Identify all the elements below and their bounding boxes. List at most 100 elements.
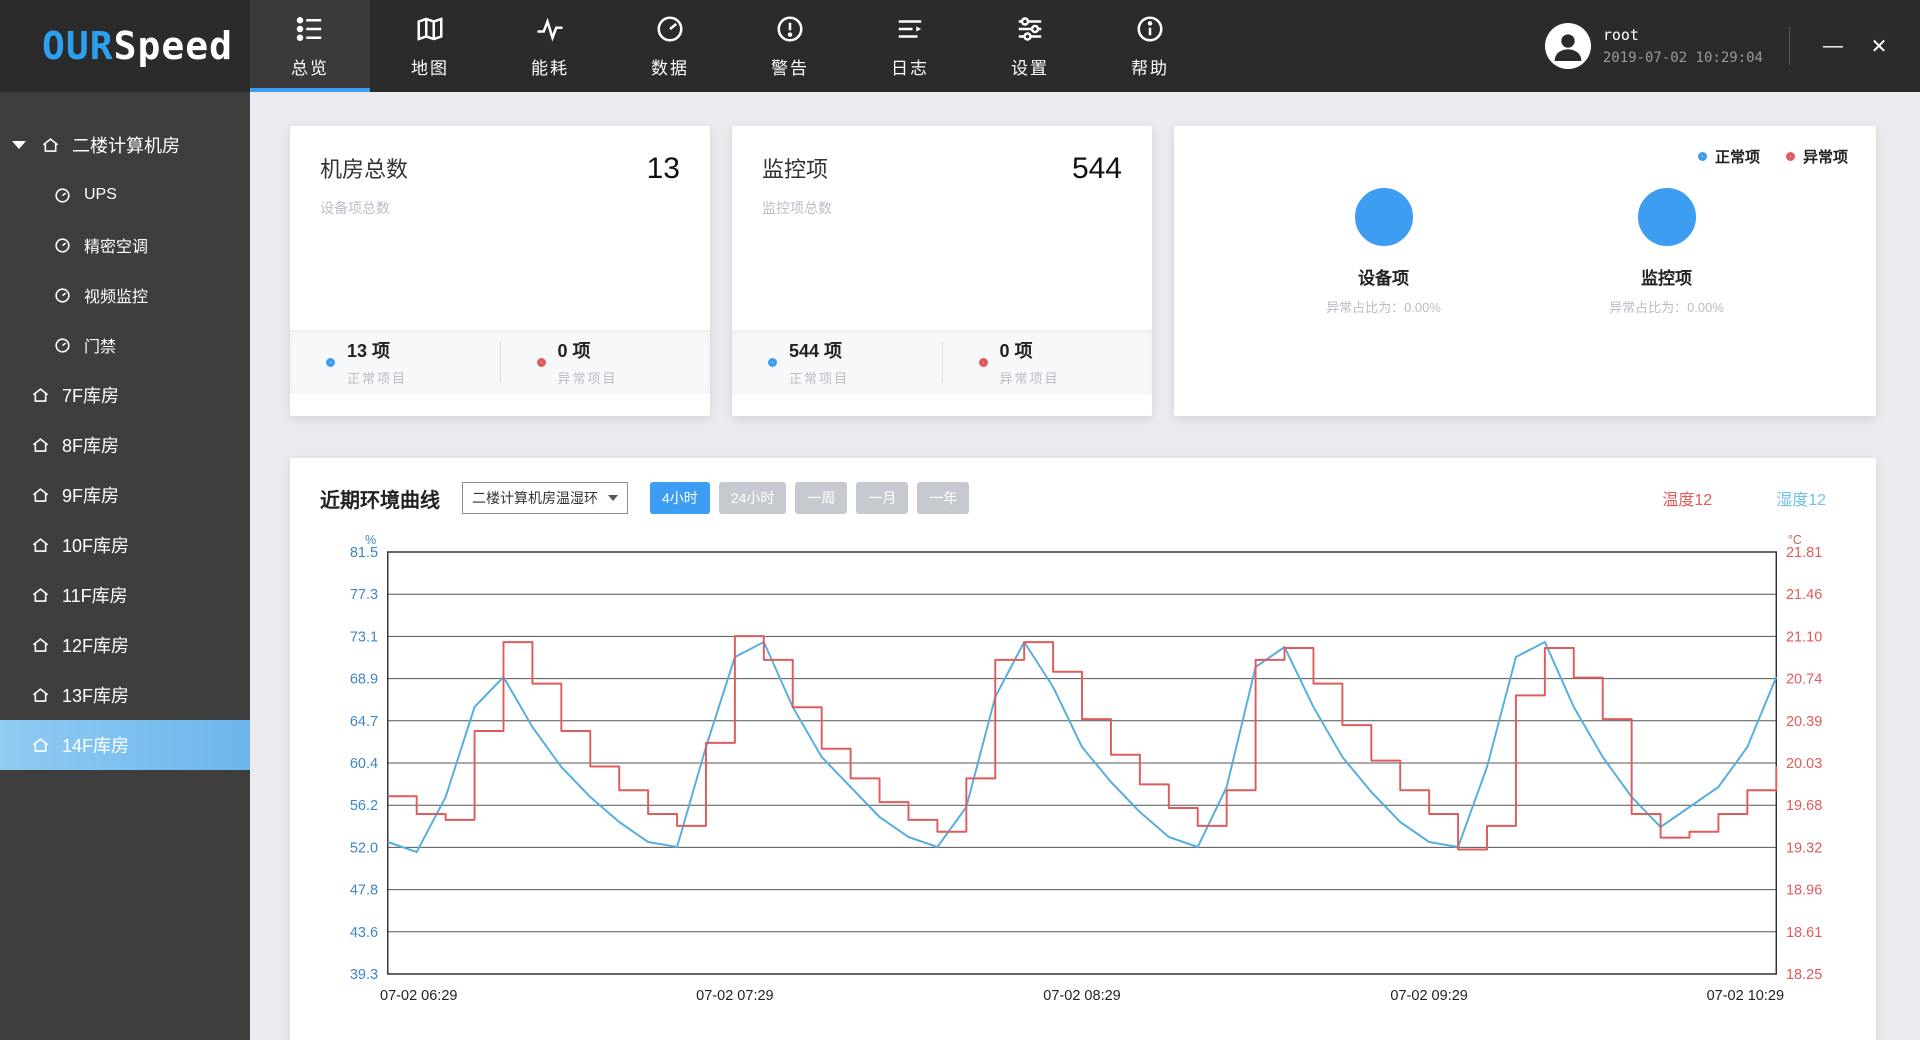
- donut-summary-card: 正常项 异常项 设备项 异常占比为：0.00% 监控项 异常占比为：0.00%: [1174, 126, 1876, 416]
- chevron-down-icon: [608, 495, 618, 501]
- svg-text:19.32: 19.32: [1786, 840, 1822, 856]
- sidebar-item-access-control[interactable]: 门禁: [0, 320, 250, 370]
- sidebar-item-13f[interactable]: 13F库房: [0, 670, 250, 720]
- svg-text:07-02 06:29: 07-02 06:29: [380, 988, 457, 1004]
- topnav-item-energy[interactable]: 能耗: [490, 0, 610, 92]
- abnormal-ring-icon: [537, 358, 546, 367]
- home-icon: [30, 735, 50, 755]
- range-button-24h[interactable]: 24小时: [719, 482, 787, 514]
- topnav-item-data[interactable]: 数据: [610, 0, 730, 92]
- humidity-legend[interactable]: 湿度12: [1776, 486, 1826, 510]
- svg-text:39.3: 39.3: [350, 967, 378, 983]
- svg-text:20.39: 20.39: [1786, 714, 1822, 730]
- topnav-item-help[interactable]: 帮助: [1090, 0, 1210, 92]
- sidebar-group-label: 二楼计算机房: [72, 132, 180, 158]
- svg-text:°C: °C: [1788, 532, 1802, 547]
- home-icon: [30, 685, 50, 705]
- rooms-abnormal-stat: 0 项 异常项目: [501, 337, 711, 387]
- svg-text:77.3: 77.3: [350, 587, 378, 603]
- svg-text:18.61: 18.61: [1786, 925, 1822, 941]
- svg-text:18.96: 18.96: [1786, 882, 1822, 898]
- energy-icon: [534, 13, 566, 45]
- home-icon: [30, 585, 50, 605]
- sidebar-item-11f[interactable]: 11F库房: [0, 570, 250, 620]
- sidebar-item-label: 10F库房: [62, 532, 129, 558]
- topnav-item-overview[interactable]: 总览: [250, 0, 370, 92]
- svg-text:56.2: 56.2: [350, 798, 378, 814]
- user-avatar[interactable]: [1545, 23, 1591, 69]
- monitors-card-value: 544: [1072, 152, 1122, 186]
- monitors-abnormal-label: 异常项目: [1000, 368, 1060, 387]
- environment-chart-card: 近期环境曲线 二楼计算机房温湿环 4小时 24小时 一周 一月 一年 温度12 …: [290, 458, 1876, 1040]
- sidebar-item-10f[interactable]: 10F库房: [0, 520, 250, 570]
- sidebar-item-7f[interactable]: 7F库房: [0, 370, 250, 420]
- chart-area: 81.521.8177.321.4673.121.1068.920.7464.7…: [320, 528, 1846, 1010]
- overview-icon: [294, 13, 326, 45]
- monitors-card-subtitle: 监控项总数: [762, 198, 1122, 218]
- rooms-card-subtitle: 设备项总数: [320, 198, 680, 218]
- monitors-normal-label: 正常项目: [789, 368, 849, 387]
- close-button[interactable]: ✕: [1862, 29, 1896, 63]
- sidebar-item-video-surveillance[interactable]: 视频监控: [0, 270, 250, 320]
- temperature-legend[interactable]: 温度12: [1662, 486, 1712, 510]
- logo-part-our: OUR: [42, 24, 114, 68]
- monitors-normal-count: 544 项: [789, 337, 849, 363]
- chart-title: 近期环境曲线: [320, 484, 440, 513]
- monitors-card-footer: 544 项 正常项目 0 项 异常项目: [732, 330, 1152, 394]
- log-icon: [894, 13, 926, 45]
- monitors-abnormal-count: 0 项: [1000, 337, 1060, 363]
- rooms-card-footer: 13 项 正常项目 0 项 异常项目: [290, 330, 710, 394]
- rooms-abnormal-label: 异常项目: [558, 368, 618, 387]
- sidebar-item-label: UPS: [84, 186, 117, 204]
- sidebar-item-ups[interactable]: UPS: [0, 170, 250, 220]
- minimize-button[interactable]: —: [1816, 29, 1850, 63]
- sidebar-item-label: 13F库房: [62, 682, 129, 708]
- user-name: root: [1603, 26, 1763, 44]
- chevron-down-icon: [12, 141, 26, 149]
- monitor-donut-sub: 异常占比为：0.00%: [1609, 297, 1724, 316]
- sidebar-item-14f[interactable]: 14F库房: [0, 720, 250, 770]
- room-select[interactable]: 二楼计算机房温湿环: [462, 482, 628, 514]
- normal-ring-icon: [768, 358, 777, 367]
- user-meta: root 2019-07-02 10:29:04: [1603, 26, 1763, 66]
- device-donut-sub: 异常占比为：0.00%: [1326, 297, 1441, 316]
- monitor-donut-block: 监控项 异常占比为：0.00%: [1609, 188, 1724, 316]
- legend-normal: 正常项: [1698, 146, 1760, 167]
- ups-gauge-icon: [52, 185, 72, 205]
- topnav-item-settings[interactable]: 设置: [970, 0, 1090, 92]
- sidebar-item-9f[interactable]: 9F库房: [0, 470, 250, 520]
- sidebar-item-8f[interactable]: 8F库房: [0, 420, 250, 470]
- svg-text:47.8: 47.8: [350, 882, 378, 898]
- ac-gauge-icon: [52, 235, 72, 255]
- chart-legends: 温度12 湿度12: [1662, 486, 1846, 510]
- sidebar-item-label: 7F库房: [62, 382, 119, 408]
- sidebar-item-12f[interactable]: 12F库房: [0, 620, 250, 670]
- sidebar-item-label: 门禁: [84, 333, 116, 357]
- home-icon: [40, 135, 60, 155]
- abnormal-ring-icon: [1786, 152, 1795, 161]
- monitor-donut-label: 监控项: [1641, 264, 1692, 289]
- legend-abnormal: 异常项: [1786, 146, 1848, 167]
- range-button-month[interactable]: 一月: [856, 482, 908, 514]
- range-button-week[interactable]: 一周: [795, 482, 847, 514]
- range-button-4h[interactable]: 4小时: [650, 482, 710, 514]
- room-select-value: 二楼计算机房温湿环: [472, 488, 598, 508]
- topnav-item-map[interactable]: 地图: [370, 0, 490, 92]
- topbar: OURSpeed 总览 地图 能耗 数据: [0, 0, 1920, 92]
- topnav-label-map: 地图: [411, 54, 449, 79]
- topnav-item-log[interactable]: 日志: [850, 0, 970, 92]
- camera-gauge-icon: [52, 285, 72, 305]
- home-icon: [30, 635, 50, 655]
- environment-line-chart: 81.521.8177.321.4673.121.1068.920.7464.7…: [320, 528, 1846, 1010]
- settings-icon: [1014, 13, 1046, 45]
- topnav-label-help: 帮助: [1131, 54, 1169, 79]
- range-button-year[interactable]: 一年: [917, 482, 969, 514]
- sidebar-item-label: 11F库房: [62, 582, 128, 608]
- home-icon: [30, 485, 50, 505]
- sidebar-item-label: 9F库房: [62, 482, 119, 508]
- svg-text:20.74: 20.74: [1786, 671, 1822, 687]
- topnav-item-alert[interactable]: 警告: [730, 0, 850, 92]
- window-separator: [1789, 27, 1790, 65]
- sidebar-item-precision-ac[interactable]: 精密空调: [0, 220, 250, 270]
- sidebar-group-computer-room[interactable]: 二楼计算机房: [0, 120, 250, 170]
